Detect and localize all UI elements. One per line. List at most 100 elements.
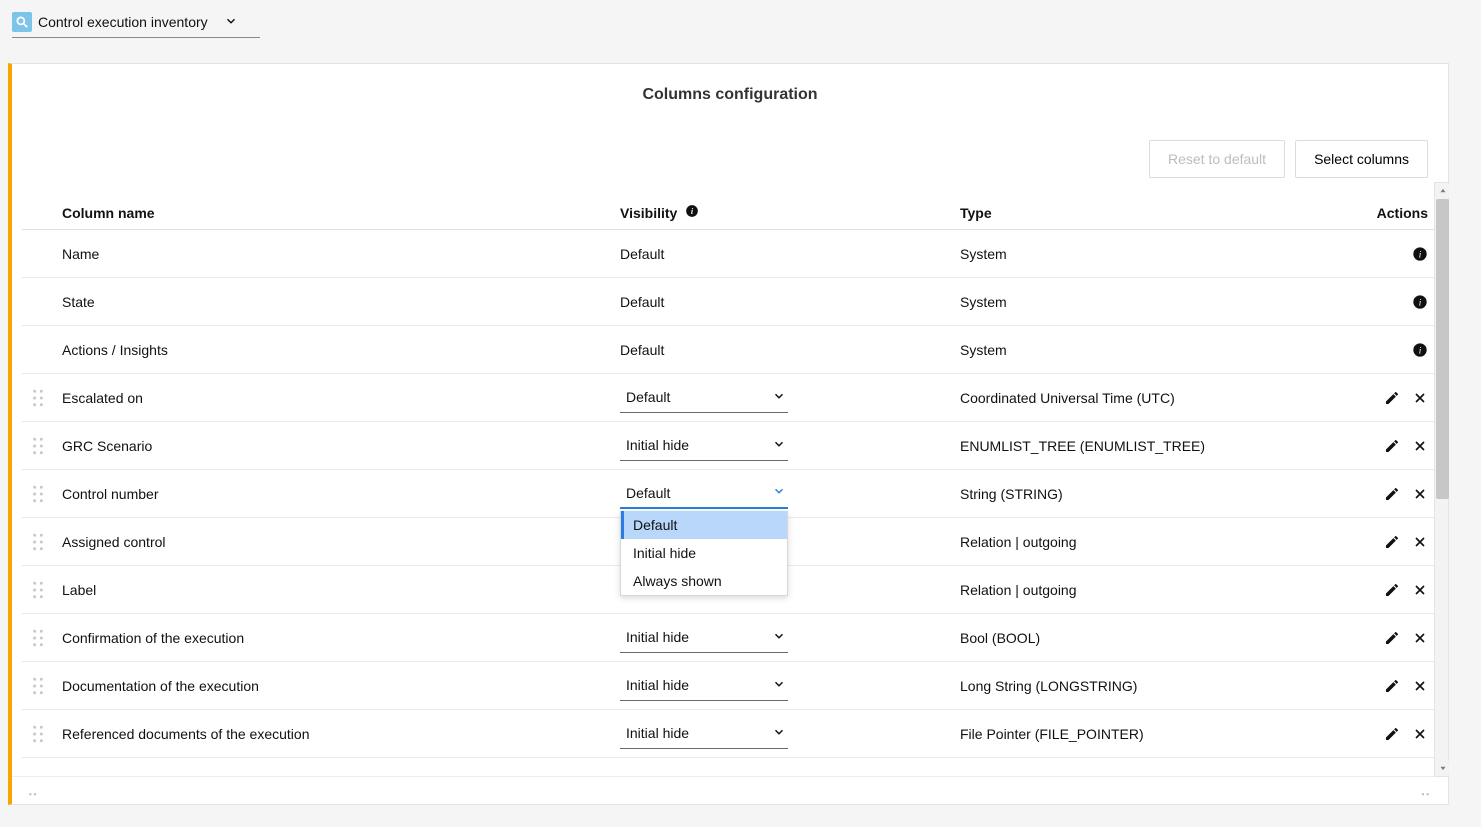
pencil-icon[interactable]: [1384, 726, 1400, 742]
close-icon[interactable]: [1412, 390, 1428, 406]
pencil-icon[interactable]: [1384, 486, 1400, 502]
info-circle-icon[interactable]: i: [685, 204, 699, 221]
vertical-scrollbar[interactable]: [1434, 182, 1449, 777]
bottom-right-ellipsis-icon[interactable]: ‥: [1421, 782, 1432, 799]
column-name-cell: Referenced documents of the execution: [60, 726, 620, 742]
svg-text:i: i: [1419, 250, 1422, 260]
bottom-left-ellipsis-icon[interactable]: ‥: [28, 782, 39, 799]
drag-handle-icon[interactable]: [32, 533, 60, 551]
column-header-actions: Actions: [1358, 205, 1428, 221]
table-row: Referenced documents of the execution Ini…: [22, 710, 1438, 758]
visibility-option[interactable]: Always shown: [621, 567, 787, 595]
pencil-icon[interactable]: [1384, 438, 1400, 454]
column-type-cell: Bool (BOOL): [960, 630, 1358, 646]
visibility-select-value: Default: [626, 389, 670, 405]
pencil-icon[interactable]: [1384, 582, 1400, 598]
chevron-down-icon[interactable]: [224, 14, 238, 31]
chevron-down-icon[interactable]: [772, 437, 786, 454]
column-type-cell: File Pointer (FILE_POINTER): [960, 726, 1358, 742]
pencil-icon[interactable]: [1384, 630, 1400, 646]
table-row: NameDefault System i: [22, 230, 1438, 278]
info-circle-icon[interactable]: i: [1412, 246, 1428, 262]
close-icon[interactable]: [1412, 438, 1428, 454]
close-icon[interactable]: [1412, 678, 1428, 694]
visibility-select-value: Initial hide: [626, 725, 689, 741]
column-type-cell: Long String (LONGSTRING): [960, 678, 1358, 694]
table-row: Confirmation of the execution Initial hid…: [22, 614, 1438, 662]
pencil-icon[interactable]: [1384, 534, 1400, 550]
column-name-cell: Name: [60, 246, 620, 262]
column-name-cell: Actions / Insights: [60, 342, 620, 358]
column-name-cell: Assigned control: [60, 534, 620, 550]
columns-configuration-panel: Columns configuration Reset to default S…: [8, 63, 1449, 805]
visibility-static: Default: [620, 246, 664, 262]
column-type-cell: System: [960, 294, 1358, 310]
info-circle-icon[interactable]: i: [1412, 294, 1428, 310]
column-type-cell: Relation | outgoing: [960, 534, 1358, 550]
breadcrumb-label: Control execution inventory: [38, 14, 208, 30]
column-name-cell: Documentation of the execution: [60, 678, 620, 694]
column-header-visibility: Visibility: [620, 205, 677, 221]
column-type-cell: ENUMLIST_TREE (ENUMLIST_TREE): [960, 438, 1358, 454]
column-type-cell: System: [960, 246, 1358, 262]
svg-text:i: i: [1419, 346, 1422, 356]
chevron-down-icon[interactable]: [772, 484, 786, 501]
visibility-select-value: Initial hide: [626, 437, 689, 453]
pencil-icon[interactable]: [1384, 678, 1400, 694]
pencil-icon[interactable]: [1384, 390, 1400, 406]
breadcrumb[interactable]: Control execution inventory: [12, 12, 238, 34]
drag-handle-icon[interactable]: [32, 389, 60, 407]
column-type-cell: Coordinated Universal Time (UTC): [960, 390, 1358, 406]
column-name-cell: GRC Scenario: [60, 438, 620, 454]
visibility-select-value: Initial hide: [626, 629, 689, 645]
close-icon[interactable]: [1412, 726, 1428, 742]
close-icon[interactable]: [1412, 582, 1428, 598]
column-name-cell: Confirmation of the execution: [60, 630, 620, 646]
chevron-down-icon[interactable]: [772, 725, 786, 742]
table-row: GRC Scenario Initial hide ENUMLIST_TREE (E…: [22, 422, 1438, 470]
column-type-cell: Relation | outgoing: [960, 582, 1358, 598]
visibility-dropdown[interactable]: DefaultInitial hideAlways shown: [620, 511, 788, 596]
chevron-down-icon[interactable]: [772, 629, 786, 646]
drag-handle-icon[interactable]: [32, 581, 60, 599]
visibility-option[interactable]: Default: [621, 511, 787, 539]
select-columns-button[interactable]: Select columns: [1295, 140, 1428, 178]
drag-handle-icon[interactable]: [32, 485, 60, 503]
visibility-option[interactable]: Initial hide: [621, 539, 787, 567]
close-icon[interactable]: [1412, 630, 1428, 646]
visibility-select[interactable]: Default: [620, 383, 788, 413]
drag-handle-icon[interactable]: [32, 677, 60, 695]
column-type-cell: String (STRING): [960, 486, 1358, 502]
visibility-select[interactable]: Initial hide: [620, 671, 788, 701]
table-row: Documentation of the execution Initial hi…: [22, 662, 1438, 710]
visibility-select-value: Initial hide: [626, 677, 689, 693]
drag-handle-icon[interactable]: [32, 629, 60, 647]
drag-handle-icon[interactable]: [32, 725, 60, 743]
visibility-select-value: Default: [626, 485, 670, 501]
visibility-select[interactable]: Initial hide: [620, 719, 788, 749]
search-icon: [12, 12, 32, 32]
table-row: StateDefault System i: [22, 278, 1438, 326]
panel-title: Columns configuration: [12, 64, 1448, 114]
svg-text:i: i: [1419, 298, 1422, 308]
visibility-select[interactable]: Initial hide: [620, 431, 788, 461]
drag-handle-icon[interactable]: [32, 437, 60, 455]
close-icon[interactable]: [1412, 486, 1428, 502]
column-name-cell: State: [60, 294, 620, 310]
column-header-type: Type: [960, 205, 1358, 221]
info-circle-icon[interactable]: i: [1412, 342, 1428, 358]
column-name-cell: Escalated on: [60, 390, 620, 406]
visibility-select[interactable]: Default: [620, 478, 788, 509]
column-name-cell: Label: [60, 582, 620, 598]
chevron-down-icon[interactable]: [772, 389, 786, 406]
close-icon[interactable]: [1412, 534, 1428, 550]
reset-to-default-button[interactable]: Reset to default: [1149, 140, 1285, 178]
chevron-down-icon[interactable]: [772, 677, 786, 694]
table-row: Actions / InsightsDefaultSystemi: [22, 326, 1438, 374]
column-type-cell: System: [960, 342, 1358, 358]
visibility-static: Default: [620, 294, 664, 310]
table-row: Escalated on Default Coordinated Universal…: [22, 374, 1438, 422]
table-header-row: Column name Visibility i Type Actions: [22, 196, 1438, 230]
column-header-name: Column name: [60, 205, 620, 221]
visibility-select[interactable]: Initial hide: [620, 623, 788, 653]
